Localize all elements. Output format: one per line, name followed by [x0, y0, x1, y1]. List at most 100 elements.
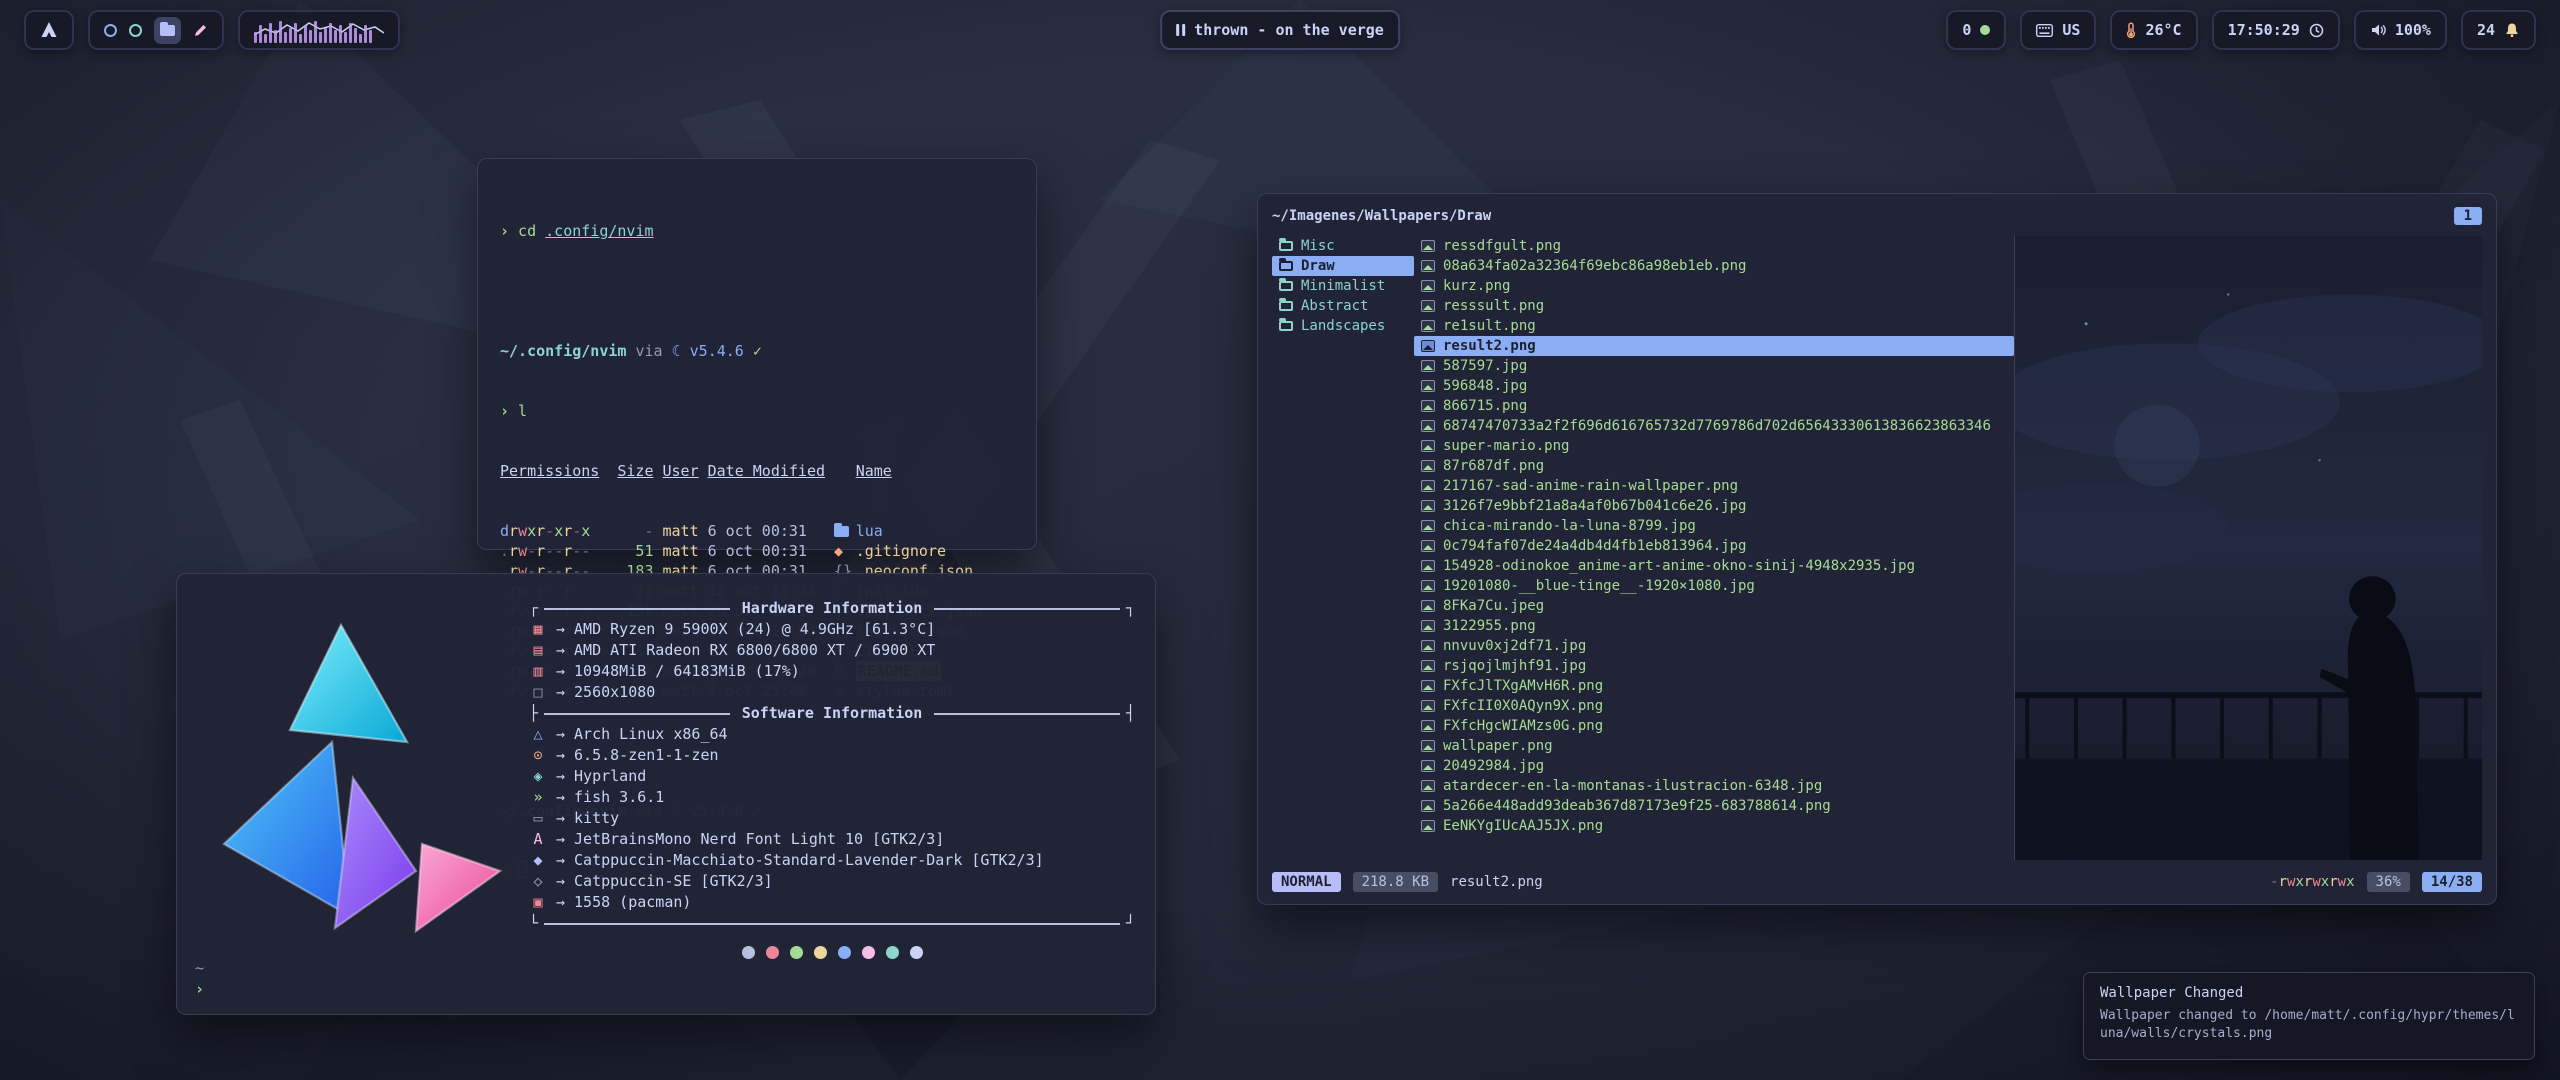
- image-file-icon: [1421, 360, 1435, 372]
- arrow-icon: →: [556, 808, 565, 829]
- file-row[interactable]: 596848.jpg: [1414, 376, 2014, 396]
- image-file-icon: [1421, 420, 1435, 432]
- file-row[interactable]: 08a634fa02a32364f69ebc86a98eb1eb.png: [1414, 256, 2014, 276]
- file-row[interactable]: 68747470733a2f2f696d616765732d7769786d70…: [1414, 416, 2014, 436]
- file-row[interactable]: FXfcHgcWIAMzs0G.png: [1414, 716, 2014, 736]
- info-text: Hyprland: [574, 766, 646, 787]
- sidebar-folder-minimalist[interactable]: Minimalist: [1272, 276, 1414, 296]
- icons-icon: ◇: [529, 871, 547, 892]
- file-row[interactable]: 5a266e448add93deab367d87173e9f25-6837886…: [1414, 796, 2014, 816]
- image-file-icon: [1421, 540, 1435, 552]
- info-line: △→Arch Linux x86_64: [529, 724, 1135, 745]
- graph-bar: [334, 30, 337, 43]
- notifications-count: 24: [2477, 21, 2495, 39]
- file-row[interactable]: chica-mirando-la-luna-8799.jpg: [1414, 516, 2014, 536]
- file-row[interactable]: nnvuv0xj2df71.jpg: [1414, 636, 2014, 656]
- app-workspace-icon[interactable]: [129, 24, 142, 37]
- graph-bar: [294, 23, 297, 43]
- clock-module[interactable]: 17:50:29: [2212, 10, 2340, 50]
- file-row[interactable]: 154928-odinokoe_anime-art-anime-okno-sin…: [1414, 556, 2014, 576]
- arrow-icon: →: [556, 724, 565, 745]
- terminal-command-line: ›l: [500, 401, 1014, 421]
- sidebar-folder-misc[interactable]: Misc: [1272, 236, 1414, 256]
- notification-toast[interactable]: Wallpaper Changed Wallpaper changed to /…: [2083, 972, 2535, 1060]
- notification-title: Wallpaper Changed: [2100, 985, 2518, 1001]
- music-player-module[interactable]: thrown - on the verge: [1160, 10, 1400, 50]
- packages-icon: ▣: [529, 892, 547, 913]
- sidebar-folder-abstract[interactable]: Abstract: [1272, 296, 1414, 316]
- updates-module[interactable]: 0: [1946, 10, 2006, 50]
- file-row[interactable]: 3126f7e9bbf21a8a4af0b67b041c6e26.jpg: [1414, 496, 2014, 516]
- pen-workspace-icon[interactable]: [193, 23, 208, 38]
- file-row[interactable]: atardecer-en-la-montanas-ilustracion-634…: [1414, 776, 2014, 796]
- file-row[interactable]: 87r687df.png: [1414, 456, 2014, 476]
- file-name: 19201080-__blue-tinge__-1920×1080.jpg: [1443, 578, 1755, 594]
- breadcrumb-path: ~/Imagenes/Wallpapers/Draw: [1272, 208, 1491, 224]
- folder-workspace-icon: [160, 25, 175, 36]
- workspaces-module[interactable]: [88, 10, 224, 50]
- file-row[interactable]: result2.png: [1414, 336, 2014, 356]
- keyboard-icon: [2036, 24, 2053, 37]
- file-row[interactable]: rsjqojlmjhf91.jpg: [1414, 656, 2014, 676]
- arrow-icon: →: [556, 766, 565, 787]
- file-row[interactable]: 20492984.jpg: [1414, 756, 2014, 776]
- arrow-icon: →: [556, 850, 565, 871]
- file-row[interactable]: 0c794faf07de24a4db4d4fb1eb813964.jpg: [1414, 536, 2014, 556]
- status-bar: NORMAL 218.8 KB result2.png -rwxrwxrwx 3…: [1272, 869, 2482, 895]
- active-workspace-tile[interactable]: [154, 17, 181, 44]
- file-name: 0c794faf07de24a4db4d4fb1eb813964.jpg: [1443, 538, 1746, 554]
- info-line: ▦→AMD Ryzen 9 5900X (24) @ 4.9GHz [61.3°…: [529, 619, 1135, 640]
- info-text: AMD ATI Radeon RX 6800/6800 XT / 6900 XT: [574, 640, 935, 661]
- info-text: fish 3.6.1: [574, 787, 664, 808]
- file-row[interactable]: EeNKYgIUcAAJ5JX.png: [1414, 816, 2014, 836]
- info-text: Catppuccin-Macchiato-Standard-Lavender-D…: [574, 850, 1044, 871]
- speaker-icon: [2370, 22, 2386, 38]
- file-row[interactable]: FXfcII0X0AQyn9X.png: [1414, 696, 2014, 716]
- graph-bar: [299, 34, 302, 43]
- palette-dot: [862, 946, 875, 959]
- fetch-shell-prompt[interactable]: ~ ›: [195, 958, 213, 1000]
- file-row[interactable]: 866715.png: [1414, 396, 2014, 416]
- file-name: 217167-sad-anime-rain-wallpaper.png: [1443, 478, 1738, 494]
- file-name: lua: [856, 521, 883, 541]
- info-line: ▥→10948MiB / 64183MiB (17%): [529, 661, 1135, 682]
- system-graph-module[interactable]: [238, 10, 400, 50]
- image-file-icon: [1421, 280, 1435, 292]
- clock-time: 17:50:29: [2228, 21, 2300, 39]
- info-line: ◇→Catppuccin-SE [GTK2/3]: [529, 871, 1135, 892]
- file-row[interactable]: kurz.png: [1414, 276, 2014, 296]
- volume-module[interactable]: 100%: [2354, 10, 2447, 50]
- file-row[interactable]: 8FKa7Cu.jpeg: [1414, 596, 2014, 616]
- tab-indicator[interactable]: 1: [2454, 207, 2482, 225]
- arrow-icon: →: [556, 619, 565, 640]
- graph-bar: [254, 32, 257, 43]
- sidebar-folder-landscapes[interactable]: Landscapes: [1272, 316, 1414, 336]
- launcher-button[interactable]: [24, 10, 74, 50]
- file-row[interactable]: super-mario.png: [1414, 436, 2014, 456]
- image-file-icon: [1421, 740, 1435, 752]
- info-line: □→2560x1080: [529, 682, 1135, 703]
- file-row[interactable]: 587597.jpg: [1414, 356, 2014, 376]
- file-row[interactable]: re1sult.png: [1414, 316, 2014, 336]
- file-name: chica-mirando-la-luna-8799.jpg: [1443, 518, 1696, 534]
- keyboard-layout-module[interactable]: US: [2020, 10, 2096, 50]
- file-row[interactable]: wallpaper.png: [1414, 736, 2014, 756]
- info-line: ◈→Hyprland: [529, 766, 1135, 787]
- cpu-icon: ▦: [529, 619, 547, 640]
- section-footer: └┘: [529, 913, 1135, 934]
- temperature-module[interactable]: 26°C: [2110, 10, 2197, 50]
- file-row[interactable]: FXfcJlTXgAMvH6R.png: [1414, 676, 2014, 696]
- info-line: ▣→1558 (pacman): [529, 892, 1135, 913]
- bell-icon: [2504, 22, 2520, 38]
- file-row[interactable]: 19201080-__blue-tinge__-1920×1080.jpg: [1414, 576, 2014, 596]
- browser-workspace-icon[interactable]: [104, 24, 117, 37]
- notifications-module[interactable]: 24: [2461, 10, 2536, 50]
- file-row[interactable]: 3122955.png: [1414, 616, 2014, 636]
- file-name: 08a634fa02a32364f69ebc86a98eb1eb.png: [1443, 258, 1746, 274]
- position-badge: 14/38: [2422, 872, 2482, 892]
- palette-dot: [790, 946, 803, 959]
- sidebar-folder-draw[interactable]: Draw: [1272, 256, 1414, 276]
- file-row[interactable]: ressdfgult.png: [1414, 236, 2014, 256]
- file-row[interactable]: resssult.png: [1414, 296, 2014, 316]
- file-row[interactable]: 217167-sad-anime-rain-wallpaper.png: [1414, 476, 2014, 496]
